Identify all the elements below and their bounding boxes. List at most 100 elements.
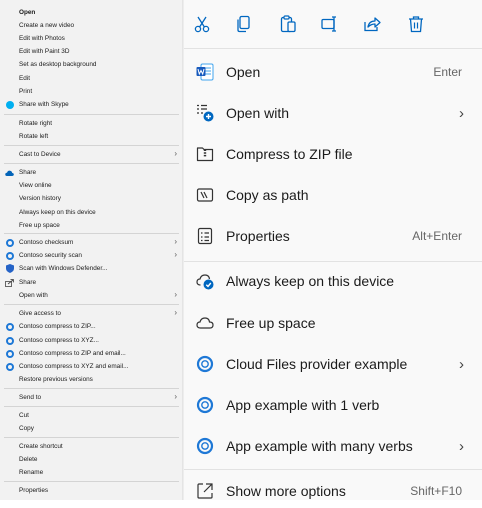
classic-send-to-label: Send to [19,394,42,401]
defender-shield-icon [5,264,14,273]
classic-rotate-left-item[interactable]: Rotate left [0,130,183,143]
classic-rotate-left-label: Rotate left [19,133,49,140]
classic-copy-item[interactable]: Copy [0,422,183,435]
classic-delete-item[interactable]: Delete [0,453,183,466]
open-with-label: Open with [226,105,290,121]
classic-compress-zip-email-label: Contoso compress to ZIP and email... [19,350,126,357]
classic-divider [4,145,179,146]
app-many-verbs-item[interactable]: App example with many verbs › [184,429,482,463]
classic-contoso-checksum-label: Contoso checksum [19,239,74,246]
classic-edit-item[interactable]: Edit [0,72,183,85]
classic-free-up-item[interactable]: Free up space [0,219,183,232]
classic-divider [4,388,179,389]
classic-open-with-item[interactable]: Open with › [0,289,183,302]
classic-share-skype-item[interactable]: Share with Skype [0,98,183,111]
classic-always-keep-item[interactable]: Always keep on this device [0,206,183,219]
app-many-verbs-label: App example with many verbs [226,438,413,454]
classic-open-label: Open [19,9,36,16]
chevron-right-icon: › [174,392,177,401]
classic-properties-item[interactable]: Properties [0,484,183,497]
chevron-right-icon: › [459,355,464,373]
copy-path-item[interactable]: Copy as path [184,178,482,212]
classic-edit-photos-label: Edit with Photos [19,35,65,42]
classic-give-access-label: Give access to [19,310,61,317]
cloud-provider-label: Cloud Files provider example [226,356,408,372]
classic-compress-xyz-item[interactable]: Contoso compress to XYZ... [0,334,183,347]
share-button[interactable] [360,12,384,36]
classic-cut-item[interactable]: Cut [0,409,183,422]
menu-divider [184,261,482,262]
classic-set-background-label: Set as desktop background [19,61,97,68]
classic-share2-item[interactable]: Share [0,276,183,289]
command-bar [184,0,482,48]
classic-divider [4,304,179,305]
classic-send-to-item[interactable]: Send to › [0,391,183,404]
classic-scan-defender-item[interactable]: Scan with Windows Defender... [0,262,183,275]
classic-print-item[interactable]: Print [0,85,183,98]
classic-free-up-label: Free up space [19,222,60,229]
classic-compress-zip-email-item[interactable]: Contoso compress to ZIP and email... [0,347,183,360]
classic-restore-label: Restore previous versions [19,376,93,383]
classic-view-online-label: View online [19,182,52,189]
contoso-ring-icon [5,251,14,260]
classic-contoso-checksum-item[interactable]: Contoso checksum › [0,236,183,249]
copy-icon [237,15,250,33]
classic-edit-photos-item[interactable]: Edit with Photos [0,32,183,45]
contoso-ring-icon [5,238,14,247]
classic-view-online-item[interactable]: View online [0,179,183,192]
modern-context-menu: Open Enter Open with › Compress to ZIP f… [183,0,482,500]
classic-open-item[interactable]: Open [0,6,183,19]
classic-compress-zip-item[interactable]: Contoso compress to ZIP... [0,320,183,333]
properties-icon [197,227,213,245]
classic-version-history-item[interactable]: Version history [0,192,183,205]
properties-item[interactable]: Properties Alt+Enter [184,219,482,253]
classic-rename-label: Rename [19,469,44,476]
cut-button[interactable] [190,12,214,36]
onedrive-cloud-icon [5,170,14,176]
always-keep-label: Always keep on this device [226,273,395,289]
app-one-verb-item[interactable]: App example with 1 verb [184,388,482,422]
classic-compress-xyz-email-item[interactable]: Contoso compress to XYZ and email... [0,360,183,373]
classic-compress-xyz-label: Contoso compress to XYZ... [19,337,99,344]
classic-open-with-label: Open with [19,292,48,299]
word-document-icon [196,63,214,81]
classic-create-video-item[interactable]: Create a new video [0,19,183,32]
paste-button[interactable] [276,12,300,36]
classic-share-item[interactable]: Share [0,166,183,179]
delete-button[interactable] [404,12,428,36]
app-one-verb-label: App example with 1 verb [226,397,380,413]
classic-share2-label: Share [19,279,37,286]
classic-share-label: Share [19,169,37,176]
classic-cast-item[interactable]: Cast to Device › [0,148,183,161]
classic-edit-paint3d-item[interactable]: Edit with Paint 3D [0,45,183,58]
chevron-right-icon: › [459,104,464,122]
open-with-item[interactable]: Open with › [184,96,482,130]
app-ring-icon [196,396,214,414]
classic-restore-item[interactable]: Restore previous versions [0,373,183,386]
copy-path-icon [196,188,214,202]
open-item[interactable]: Open Enter [184,55,482,89]
classic-share-skype-label: Share with Skype [19,101,69,108]
show-more-item[interactable]: Show more options Shift+F10 [184,474,482,508]
classic-scan-defender-label: Scan with Windows Defender... [19,265,108,272]
cut-icon [194,16,210,33]
always-keep-item[interactable]: Always keep on this device [184,264,482,298]
cloud-provider-item[interactable]: Cloud Files provider example › [184,347,482,381]
classic-context-menu: Open Create a new video Edit with Photos… [0,0,183,500]
classic-contoso-security-item[interactable]: Contoso security scan › [0,249,183,262]
cloud-keep-icon [196,274,214,290]
classic-rotate-right-item[interactable]: Rotate right [0,117,183,130]
classic-rename-item[interactable]: Rename [0,466,183,479]
contoso-ring-icon [5,336,14,345]
open-label: Open [226,64,261,80]
classic-give-access-item[interactable]: Give access to › [0,307,183,320]
classic-version-history-label: Version history [19,195,61,202]
copy-button[interactable] [232,12,256,36]
compress-zip-item[interactable]: Compress to ZIP file [184,137,482,171]
rename-button[interactable] [318,12,342,36]
classic-set-background-item[interactable]: Set as desktop background [0,58,183,71]
classic-divider [4,233,179,234]
menu-divider [184,48,482,49]
free-up-item[interactable]: Free up space [184,306,482,340]
classic-create-shortcut-item[interactable]: Create shortcut [0,440,183,453]
